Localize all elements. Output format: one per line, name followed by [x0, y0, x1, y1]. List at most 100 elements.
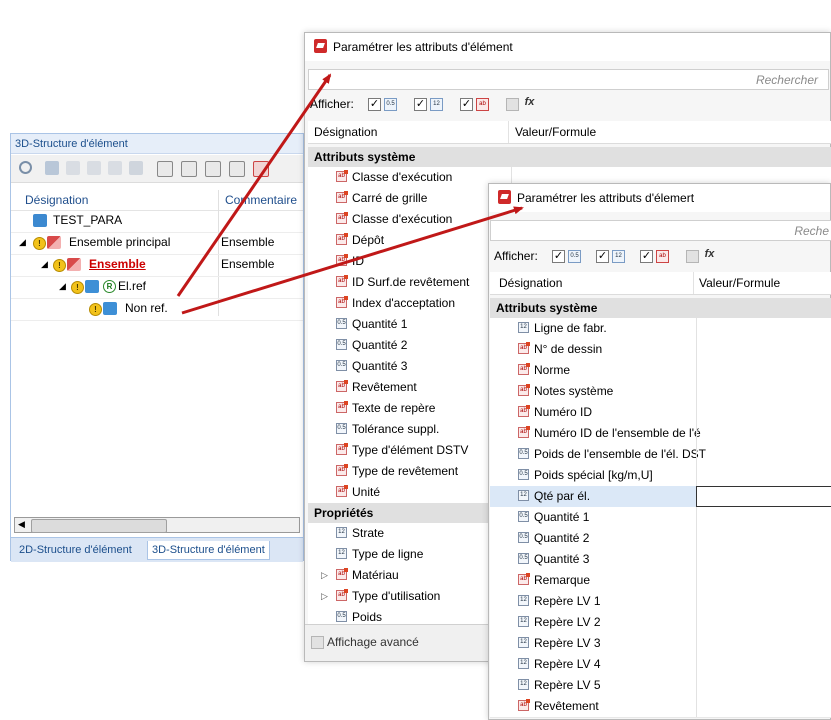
- text-attribute-icon: ab: [336, 589, 348, 601]
- column-divider: [696, 402, 697, 423]
- dialog-titlebar: Paramétrer les attributs d'élément: [305, 33, 830, 61]
- attribute-name: Poids: [352, 610, 383, 624]
- attribute-row[interactable]: ab N° de dessin: [490, 339, 831, 361]
- tab-3d-structure[interactable]: 3D-Structure d'élément: [147, 541, 270, 560]
- attribute-row[interactable]: 12 Repère LV 4: [490, 654, 831, 676]
- tree-row[interactable]: TEST_PARA: [11, 210, 303, 233]
- number-attribute-icon: 0.5: [336, 339, 347, 350]
- filter-text-checkbox[interactable]: ✓: [460, 98, 473, 111]
- integer-attribute-icon: 12: [518, 658, 529, 669]
- expand-icon[interactable]: ▷: [321, 591, 328, 602]
- attribute-row[interactable]: 12 Repère LV 5: [490, 675, 831, 697]
- sort-up-icon[interactable]: [157, 161, 173, 177]
- collapse-icon[interactable]: ◢: [19, 237, 26, 248]
- tree-row-label: Ensemble principal: [69, 235, 171, 249]
- filter-bar: Afficher: ✓ 0.5 ✓ 12 ✓ ab fx: [310, 97, 610, 115]
- tree-row[interactable]: ! Non ref.: [11, 298, 303, 321]
- attribute-row[interactable]: 12 Repère LV 1: [490, 591, 831, 613]
- text-attribute-icon: ab: [336, 254, 348, 266]
- attribute-name: Texte de repère: [352, 401, 436, 415]
- integer-attribute-icon: 12: [518, 490, 529, 501]
- integer-type-icon: 12: [612, 250, 625, 263]
- attribute-name: Type de revêtement: [352, 464, 459, 478]
- filter-formula-checkbox[interactable]: [686, 250, 699, 263]
- text-attribute-icon: ab: [518, 342, 530, 354]
- col-value[interactable]: Valeur/Formule: [515, 125, 596, 139]
- attribute-name: Index d'acceptation: [352, 296, 456, 310]
- edit-icon[interactable]: [45, 161, 59, 175]
- text-attribute-icon: ab: [336, 568, 348, 580]
- attribute-row[interactable]: 0.5 Poids spécial [kg/m,U]: [490, 465, 831, 487]
- collapse-icon[interactable]: ◢: [59, 281, 66, 292]
- filter-text-checkbox[interactable]: ✓: [640, 250, 653, 263]
- advanced-display-checkbox[interactable]: [311, 636, 324, 649]
- attribute-row[interactable]: ab Notes système: [490, 381, 831, 403]
- attribute-row[interactable]: 0.5 Quantité 1: [490, 507, 831, 529]
- column-divider: [696, 654, 697, 675]
- filter-number-checkbox[interactable]: ✓: [552, 250, 565, 263]
- copy-icon[interactable]: [66, 161, 80, 175]
- tree-row[interactable]: ◢ ! R El.ref: [11, 276, 303, 299]
- attribute-name: Poids spécial [kg/m,U]: [534, 468, 653, 482]
- attribute-row[interactable]: 0.5 Poids de l'ensemble de l'él. DST: [490, 444, 831, 466]
- search-icon[interactable]: [19, 161, 32, 174]
- attribute-name: Quantité 2: [534, 531, 590, 545]
- tree-row[interactable]: ◢ ! Ensemble principal Ensemble: [11, 232, 303, 255]
- text-attribute-icon: ab: [336, 380, 348, 392]
- column-divider: [696, 360, 697, 381]
- column-divider: [696, 570, 697, 591]
- clone-icon[interactable]: [108, 161, 122, 175]
- attribute-row[interactable]: ab Remarque: [490, 570, 831, 592]
- tree-row[interactable]: ◢ ! Ensemble Ensemble: [11, 254, 303, 277]
- column-divider: [696, 675, 697, 696]
- section-system-attributes[interactable]: Attributs système: [490, 298, 831, 318]
- col-designation[interactable]: Désignation: [25, 193, 88, 207]
- sort-2-icon[interactable]: [181, 161, 197, 177]
- attribute-row[interactable]: 0.5 Quantité 2: [490, 528, 831, 550]
- text-attribute-icon: ab: [518, 699, 530, 711]
- grid-header: Désignation Valeur/Formule: [490, 272, 831, 295]
- panel-tabs: 2D-Structure d'élément 3D-Structure d'él…: [11, 537, 303, 562]
- number-type-icon: 0.5: [568, 250, 581, 263]
- attribute-name: Quantité 3: [352, 359, 408, 373]
- col-designation[interactable]: Désignation: [499, 276, 562, 290]
- collapse-icon[interactable]: ◢: [41, 259, 48, 270]
- sort-down-icon[interactable]: [229, 161, 245, 177]
- attribute-row[interactable]: ab Numéro ID de l'ensemble de l'é: [490, 423, 831, 445]
- attribute-name: Notes système: [534, 384, 614, 398]
- advanced-display-label: Affichage avancé: [327, 635, 419, 649]
- sort-3-icon[interactable]: [205, 161, 221, 177]
- number-attribute-icon: 0.5: [518, 448, 529, 459]
- attribute-row[interactable]: 12 Repère LV 3: [490, 633, 831, 655]
- section-system-attributes[interactable]: Attributs système: [308, 147, 831, 167]
- tab-2d-structure[interactable]: 2D-Structure d'élément: [15, 541, 136, 559]
- search-input[interactable]: Rechercher: [308, 69, 829, 90]
- attribute-row[interactable]: ab Numéro ID: [490, 402, 831, 424]
- afficher-label: Afficher:: [310, 97, 354, 111]
- attribute-name: Quantité 1: [352, 317, 408, 331]
- scroll-thumb[interactable]: [31, 519, 167, 533]
- formula-icon: fx: [524, 96, 535, 108]
- search-input[interactable]: Reche: [490, 220, 831, 241]
- expand-icon[interactable]: ▷: [321, 570, 328, 581]
- clipboard-icon[interactable]: [129, 161, 143, 175]
- grid-header: Désignation Valeur/Formule: [308, 121, 831, 144]
- attribute-row[interactable]: ab Revêtement: [490, 696, 831, 718]
- paste-icon[interactable]: [87, 161, 101, 175]
- filter-number-checkbox[interactable]: ✓: [368, 98, 381, 111]
- col-value[interactable]: Valeur/Formule: [699, 276, 780, 290]
- scroll-left-icon[interactable]: ◀: [18, 519, 25, 530]
- attribute-row[interactable]: 12 Qté par él.: [490, 486, 831, 508]
- col-comment[interactable]: Commentaire: [225, 193, 297, 207]
- filter-integer-checkbox[interactable]: ✓: [414, 98, 427, 111]
- value-edit-field[interactable]: [696, 486, 831, 507]
- horizontal-scrollbar[interactable]: ◀: [14, 517, 300, 533]
- attribute-row[interactable]: 12 Repère LV 2: [490, 612, 831, 634]
- attribute-row[interactable]: 12 Ligne de fabr.: [490, 318, 831, 340]
- delete-sort-icon[interactable]: [253, 161, 269, 177]
- filter-formula-checkbox[interactable]: [506, 98, 519, 111]
- attribute-row[interactable]: 0.5 Quantité 3: [490, 549, 831, 571]
- col-designation[interactable]: Désignation: [314, 125, 377, 139]
- attribute-row[interactable]: ab Norme: [490, 360, 831, 382]
- filter-integer-checkbox[interactable]: ✓: [596, 250, 609, 263]
